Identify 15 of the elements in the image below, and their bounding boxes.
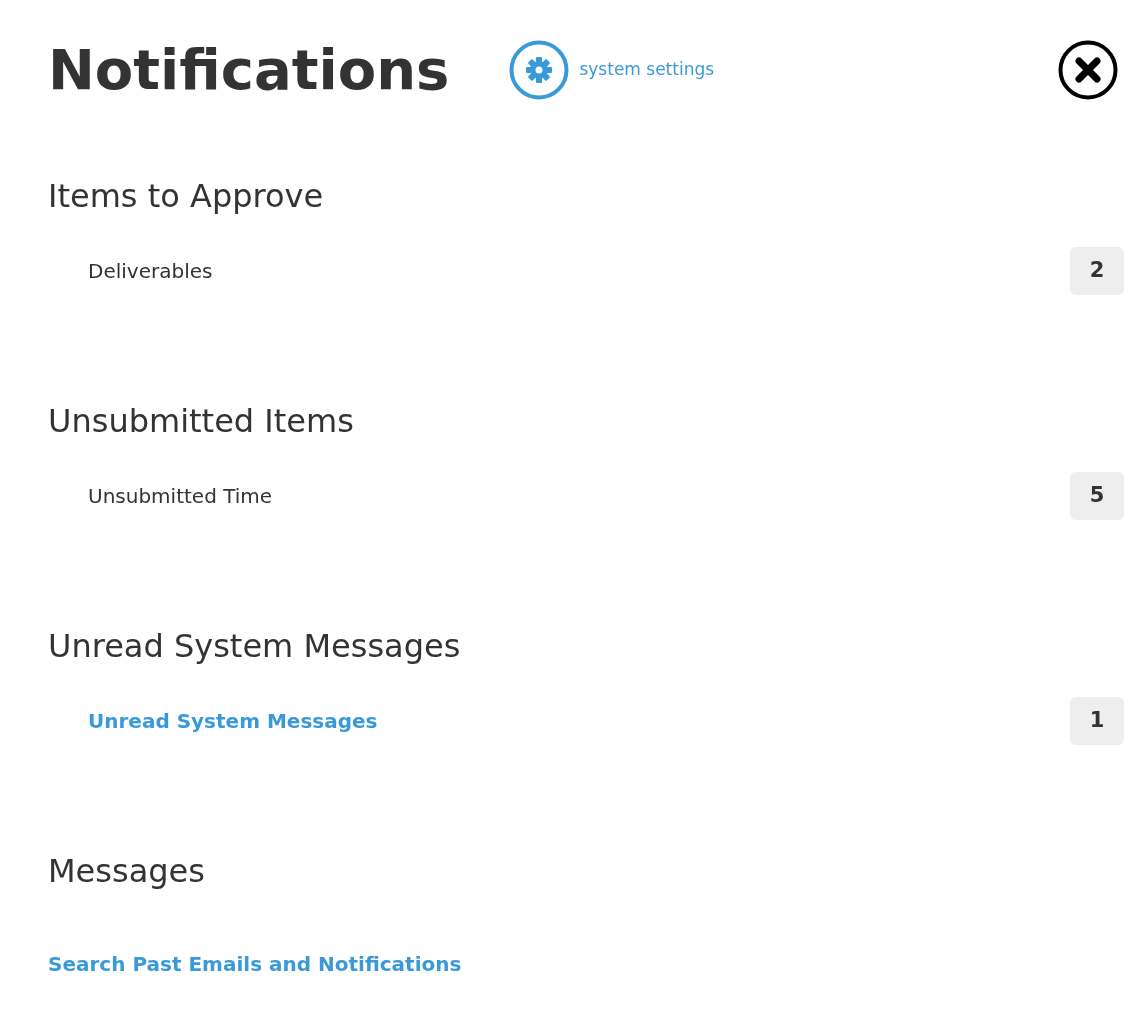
section-heading: Unsubmitted Items bbox=[48, 401, 355, 441]
count-badge: 5 bbox=[1070, 472, 1124, 520]
settings-link[interactable]: system settings bbox=[509, 40, 715, 100]
section-heading: Messages bbox=[48, 851, 206, 891]
count-badge: 2 bbox=[1070, 247, 1124, 295]
section-heading: Items to Approve bbox=[48, 176, 325, 216]
close-button[interactable] bbox=[1058, 40, 1118, 100]
count-badge: 1 bbox=[1070, 697, 1124, 745]
settings-icon bbox=[509, 40, 570, 100]
item-label: Unsubmitted Time bbox=[88, 483, 273, 510]
section-heading: Unread System Messages bbox=[48, 626, 462, 666]
page-title: Notifications bbox=[48, 42, 450, 98]
search-link[interactable]: Search Past Emails and Notifications bbox=[48, 949, 1124, 979]
item-link[interactable]: Unread System Messages bbox=[88, 706, 378, 736]
item-label: Deliverables bbox=[88, 258, 213, 285]
